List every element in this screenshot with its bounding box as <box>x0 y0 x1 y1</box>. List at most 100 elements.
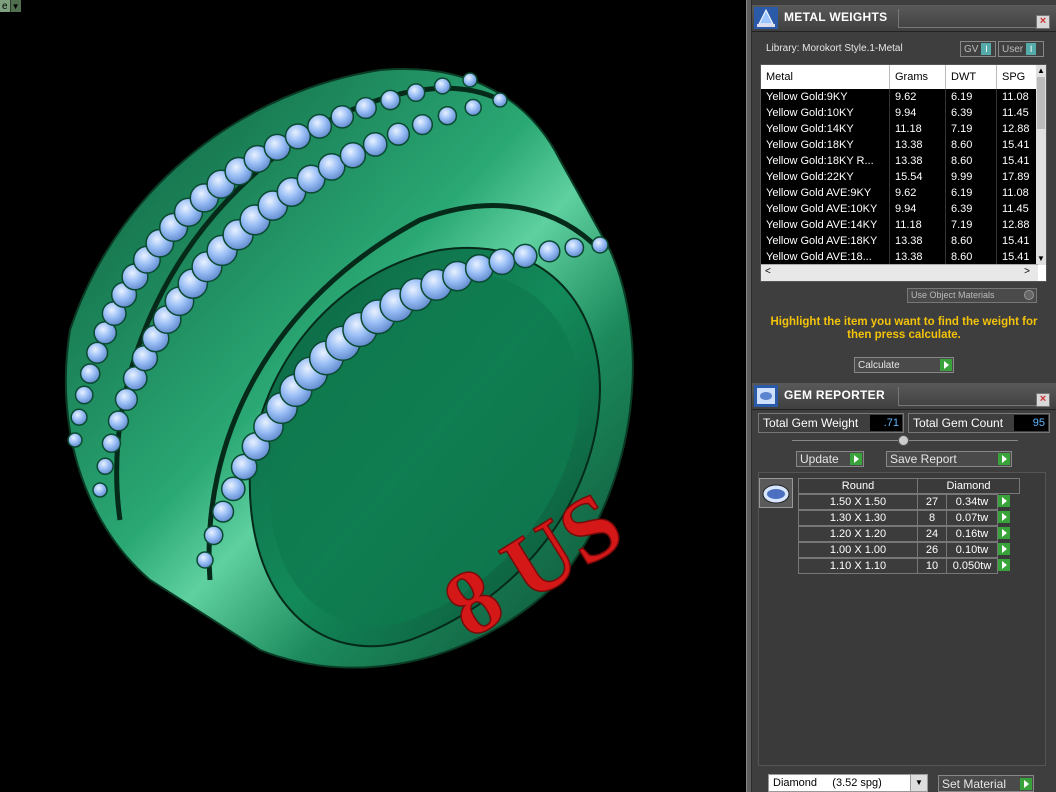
table-row[interactable]: Yellow Gold AVE:18KY 13.38 8.60 15.41 <box>761 233 1038 249</box>
select-gem-button[interactable] <box>997 526 1011 542</box>
scroll-right-icon[interactable]: > <box>1024 266 1030 277</box>
total-gem-weight-value: .71 <box>870 415 902 431</box>
vertical-scrollbar[interactable]: ▲ ▼ <box>1036 65 1046 265</box>
total-gem-count-value: 95 <box>1014 415 1048 431</box>
gem-stone <box>307 113 333 139</box>
gem-stone <box>591 236 609 254</box>
column-header-dwt[interactable]: DWT <box>946 65 997 89</box>
3d-viewport[interactable]: 8 US e ▼ <box>0 0 746 792</box>
gem-stone <box>437 105 458 126</box>
round-diamond-icon[interactable] <box>759 478 793 508</box>
chevron-down-icon[interactable]: ▼ <box>910 775 927 791</box>
table-row[interactable]: Yellow Gold AVE:9KY 9.62 6.19 11.08 <box>761 185 1038 201</box>
horizontal-scrollbar[interactable]: < > <box>761 264 1038 281</box>
gem-stone <box>67 432 83 448</box>
gem-cell: 1.10 X 1.10 <box>798 558 918 574</box>
viewport-corner-tab[interactable]: e ▼ <box>0 0 21 12</box>
table-cell: Yellow Gold:22KY <box>761 169 890 185</box>
gem-cell: 0.10tw <box>946 542 998 558</box>
chevron-down-icon[interactable]: ▼ <box>9 0 21 12</box>
use-object-materials-toggle[interactable]: Use Object Materials <box>907 288 1037 303</box>
table-cell: Yellow Gold:18KY <box>761 137 890 153</box>
play-icon <box>998 511 1010 523</box>
table-row[interactable]: Yellow Gold AVE:18... 13.38 8.60 15.41 <box>761 249 1038 265</box>
play-icon <box>998 559 1010 571</box>
select-gem-button[interactable] <box>997 494 1011 510</box>
gem-shape-header: Round <box>798 478 918 494</box>
slider-handle[interactable] <box>898 435 909 446</box>
gem-table-row[interactable]: 1.30 X 1.30 8 0.07tw <box>798 510 1010 526</box>
table-cell: 11.08 <box>997 185 1038 201</box>
calculate-button[interactable]: Calculate <box>854 357 954 373</box>
table-row[interactable]: Yellow Gold:22KY 15.54 9.99 17.89 <box>761 169 1038 185</box>
gem-reporter-icon <box>754 385 778 407</box>
column-header-metal[interactable]: Metal <box>761 65 890 89</box>
gem-cell: 1.20 X 1.20 <box>798 526 918 542</box>
gv-toggle[interactable]: GV I <box>960 41 996 57</box>
gem-table-row[interactable]: 1.10 X 1.10 10 0.050tw <box>798 558 1010 574</box>
gem-stone <box>564 237 585 258</box>
column-header-spg[interactable]: SPG <box>997 65 1038 89</box>
scroll-thumb[interactable] <box>1037 77 1045 129</box>
gem-stone <box>339 142 367 169</box>
gem-cell: 1.30 X 1.30 <box>798 510 918 526</box>
table-row[interactable]: Yellow Gold AVE:14KY 11.18 7.19 12.88 <box>761 217 1038 233</box>
table-cell: 13.38 <box>890 233 946 249</box>
scroll-up-icon[interactable]: ▲ <box>1036 65 1046 77</box>
set-material-button[interactable]: Set Material <box>938 775 1034 792</box>
table-body: Yellow Gold:9KY 9.62 6.19 11.08 Yellow Gold:… <box>761 89 1038 265</box>
table-cell: 6.39 <box>946 105 997 121</box>
gem-stone <box>284 123 312 150</box>
table-row[interactable]: Yellow Gold:14KY 11.18 7.19 12.88 <box>761 121 1038 137</box>
gem-stone <box>488 248 516 276</box>
metal-weights-header: METAL WEIGHTS × <box>752 5 1056 32</box>
column-header-grams[interactable]: Grams <box>890 65 946 89</box>
gem-stone <box>74 385 94 405</box>
gem-table-row[interactable]: 1.20 X 1.20 24 0.16tw <box>798 526 1010 542</box>
gem-table-row[interactable]: 1.50 X 1.50 27 0.34tw <box>798 494 1010 510</box>
table-cell: 9.62 <box>890 185 946 201</box>
select-gem-button[interactable] <box>997 510 1011 526</box>
library-label: Library: Morokort Style.1-Metal <box>766 43 903 54</box>
calculate-hint: Highlight the item you want to find the … <box>770 316 1038 341</box>
table-cell: 11.18 <box>890 121 946 137</box>
gem-reporter-title: GEM REPORTER <box>784 388 885 402</box>
toggle-indicator-icon: I <box>981 43 992 55</box>
table-row[interactable]: Yellow Gold:18KY R... 13.38 8.60 15.41 <box>761 153 1038 169</box>
table-cell: 9.94 <box>890 201 946 217</box>
table-cell: 7.19 <box>946 217 997 233</box>
table-cell: Yellow Gold:10KY <box>761 105 890 121</box>
select-gem-button[interactable] <box>997 542 1011 558</box>
gem-stone <box>433 77 452 95</box>
gem-stone <box>203 525 224 546</box>
update-button[interactable]: Update <box>796 451 864 467</box>
save-report-button[interactable]: Save Report <box>886 451 1012 467</box>
table-cell: 11.45 <box>997 201 1038 217</box>
close-icon[interactable]: × <box>1036 393 1050 407</box>
material-select[interactable]: Diamond (3.52 spg) ▼ <box>768 774 928 792</box>
table-row[interactable]: Yellow Gold:9KY 9.62 6.19 11.08 <box>761 89 1038 105</box>
side-panel: METAL WEIGHTS × Library: Morokort Style.… <box>752 0 1056 792</box>
play-icon <box>998 527 1010 539</box>
gem-stone <box>70 408 88 426</box>
gem-table-row[interactable]: 1.00 X 1.00 26 0.10tw <box>798 542 1010 558</box>
gem-stone <box>362 131 388 157</box>
scroll-left-icon[interactable]: < <box>765 266 771 277</box>
table-cell: Yellow Gold:14KY <box>761 121 890 137</box>
gem-stone <box>386 122 411 146</box>
play-icon <box>998 453 1010 465</box>
gem-stone <box>538 240 561 263</box>
select-gem-button[interactable] <box>997 558 1011 574</box>
gem-stone <box>96 457 114 476</box>
gem-stone <box>92 482 108 498</box>
table-cell: Yellow Gold AVE:10KY <box>761 201 890 217</box>
table-cell: Yellow Gold:18KY R... <box>761 153 890 169</box>
table-row[interactable]: Yellow Gold:18KY 13.38 8.60 15.41 <box>761 137 1038 153</box>
user-toggle[interactable]: User I <box>998 41 1044 57</box>
metal-weights-table[interactable]: Metal Grams DWT SPG Yellow Gold:9KY 9.62 6… <box>760 64 1047 282</box>
close-icon[interactable]: × <box>1036 15 1050 29</box>
table-row[interactable]: Yellow Gold:10KY 9.94 6.39 11.45 <box>761 105 1038 121</box>
gem-table-header: Round Diamond <box>798 478 1020 494</box>
gem-stone <box>101 433 122 454</box>
table-row[interactable]: Yellow Gold AVE:10KY 9.94 6.39 11.45 <box>761 201 1038 217</box>
